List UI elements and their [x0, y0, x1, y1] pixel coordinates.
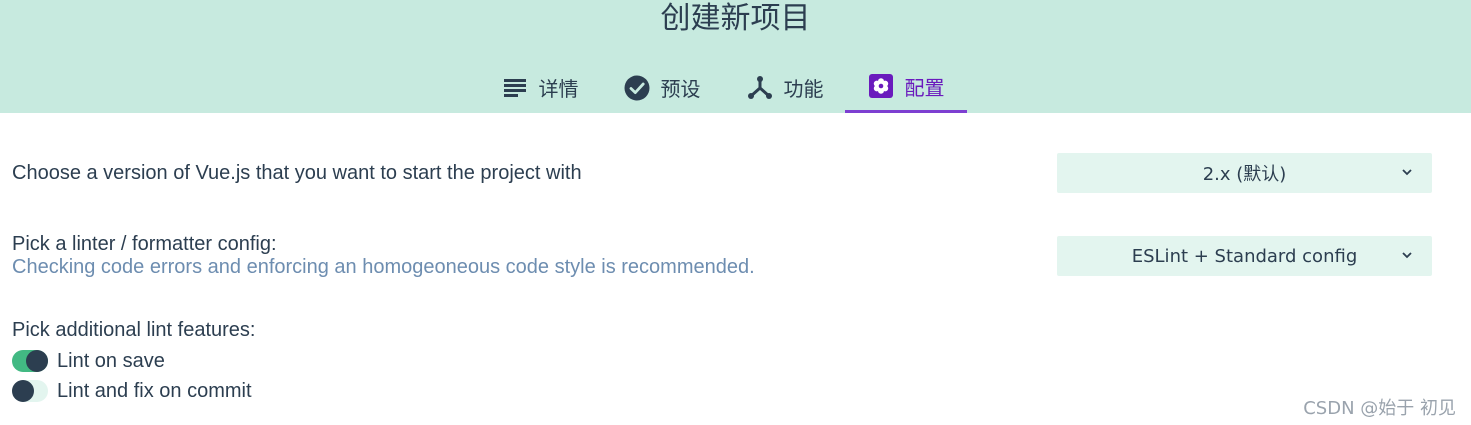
linter-value: ESLint + Standard config [1131, 245, 1358, 267]
tab-features[interactable]: 功能 [743, 62, 827, 113]
linter-label: Pick a linter / formatter config: [12, 233, 277, 255]
tab-details[interactable]: 详情 [499, 62, 581, 113]
toggle-knob [26, 350, 48, 372]
tab-bar: 详情 预设 功能 配置 [0, 62, 1471, 113]
lint-on-save-row: Lint on save [12, 348, 165, 374]
fork-icon [747, 75, 773, 101]
vue-version-value: 2.x (默认) [1202, 164, 1287, 185]
lint-fix-commit-toggle[interactable] [12, 380, 48, 402]
header: 创建新项目 详情 预设 功能 配置 [0, 0, 1471, 113]
tab-details-label: 详情 [538, 77, 579, 101]
list-icon [502, 75, 528, 101]
page-title: 创建新项目 [660, 1, 811, 36]
tab-presets-label: 预设 [660, 77, 701, 101]
chevron-down-icon [1400, 165, 1414, 179]
lint-on-save-toggle[interactable] [12, 350, 48, 372]
vue-version-select[interactable]: 2.x (默认) [1057, 153, 1432, 193]
lint-on-save-label: Lint on save [57, 349, 165, 372]
tab-presets[interactable]: 预设 [621, 62, 703, 113]
settings-icon [868, 73, 894, 99]
lint-fix-commit-row: Lint and fix on commit [12, 378, 252, 404]
watermark: CSDN @始于 初见 [1303, 398, 1456, 419]
check-circle-icon [624, 75, 650, 101]
tab-config-label: 配置 [904, 75, 945, 100]
toggle-knob [12, 380, 34, 402]
lint-features-label: Pick additional lint features: [12, 319, 256, 341]
tab-features-label: 功能 [783, 77, 824, 101]
chevron-down-icon [1400, 248, 1414, 262]
linter-description: Checking code errors and enforcing an ho… [12, 256, 755, 278]
linter-select[interactable]: ESLint + Standard config [1057, 236, 1432, 276]
tab-config[interactable]: 配置 [845, 62, 967, 113]
vue-version-label: Choose a version of Vue.js that you want… [12, 162, 582, 184]
lint-fix-commit-label: Lint and fix on commit [57, 379, 252, 402]
